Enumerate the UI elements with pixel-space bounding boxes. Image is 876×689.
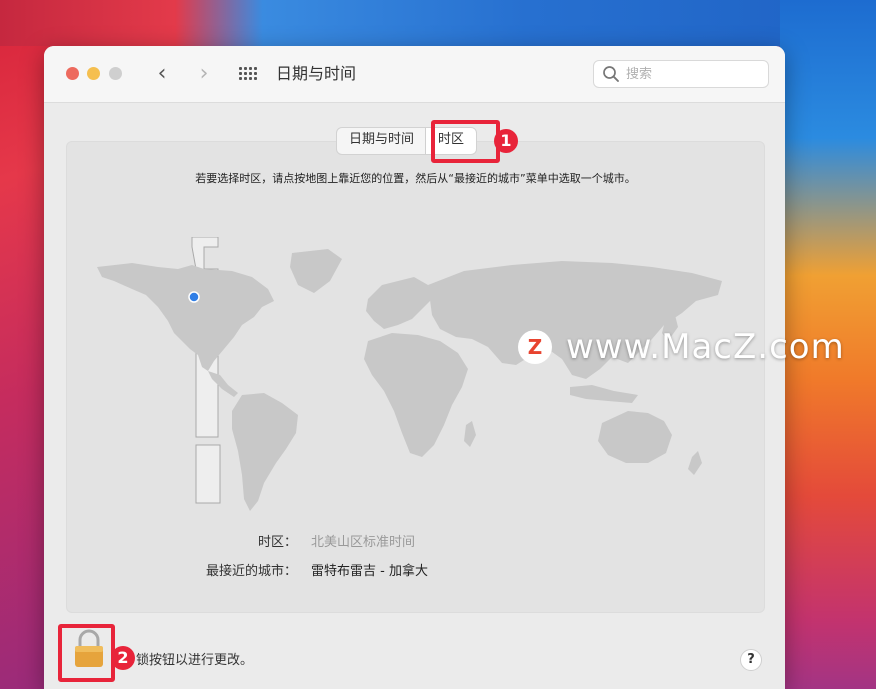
watermark-logo: Z — [518, 330, 552, 364]
greenland-land — [290, 249, 342, 293]
search-input[interactable] — [626, 61, 762, 87]
world-map[interactable] — [92, 237, 732, 537]
tab-date-time[interactable]: 日期与时间 — [337, 128, 426, 154]
annotation-number-2: 2 — [111, 646, 135, 670]
timezone-value: 北美山区标准时间 — [311, 535, 416, 550]
annotation-box-timezone-tab — [431, 120, 500, 163]
annotation-box-lock — [58, 624, 115, 682]
watermark-text: www.MacZ.com — [566, 327, 845, 367]
selected-location-marker[interactable] — [188, 291, 200, 303]
help-button[interactable]: ? — [740, 649, 762, 671]
south-america-land — [232, 393, 298, 511]
desktop-wallpaper-top — [0, 0, 876, 46]
minimize-window-button[interactable] — [87, 67, 100, 80]
madagascar-land — [464, 421, 476, 447]
title-bar: ‹ › 日期与时间 — [44, 46, 785, 103]
indonesia-land — [570, 385, 638, 403]
chevron-right-icon[interactable]: › — [194, 60, 214, 88]
closest-city-label: 最接近的城市： — [205, 564, 297, 579]
window-title: 日期与时间 — [276, 64, 357, 83]
north-america-land — [97, 263, 274, 371]
grid-icon[interactable] — [239, 66, 259, 81]
new-zealand-land — [688, 451, 702, 475]
lock-hint-text: 锁按钮以进行更改。 — [136, 653, 254, 668]
zoom-window-button[interactable] — [109, 67, 122, 80]
australia-land — [598, 411, 672, 463]
chevron-left-icon[interactable]: ‹ — [152, 60, 172, 88]
search-field[interactable] — [593, 60, 769, 88]
timezone-panel: 若要选择时区，请点按地图上靠近您的位置，然后从“最接近的城市”菜单中选取一个城市… — [66, 141, 765, 613]
timezone-label: 时区： — [257, 535, 297, 550]
europe-land — [366, 277, 432, 329]
instruction-text: 若要选择时区，请点按地图上靠近您的位置，然后从“最接近的城市”菜单中选取一个城市… — [195, 172, 636, 185]
closest-city-popup[interactable]: 雷特布雷吉 - 加拿大 — [311, 560, 428, 579]
watermark: Z www.MacZ.com — [518, 325, 845, 369]
africa-land — [364, 333, 468, 457]
close-window-button[interactable] — [66, 67, 79, 80]
search-icon — [603, 66, 619, 82]
annotation-number-1: 1 — [494, 129, 518, 153]
